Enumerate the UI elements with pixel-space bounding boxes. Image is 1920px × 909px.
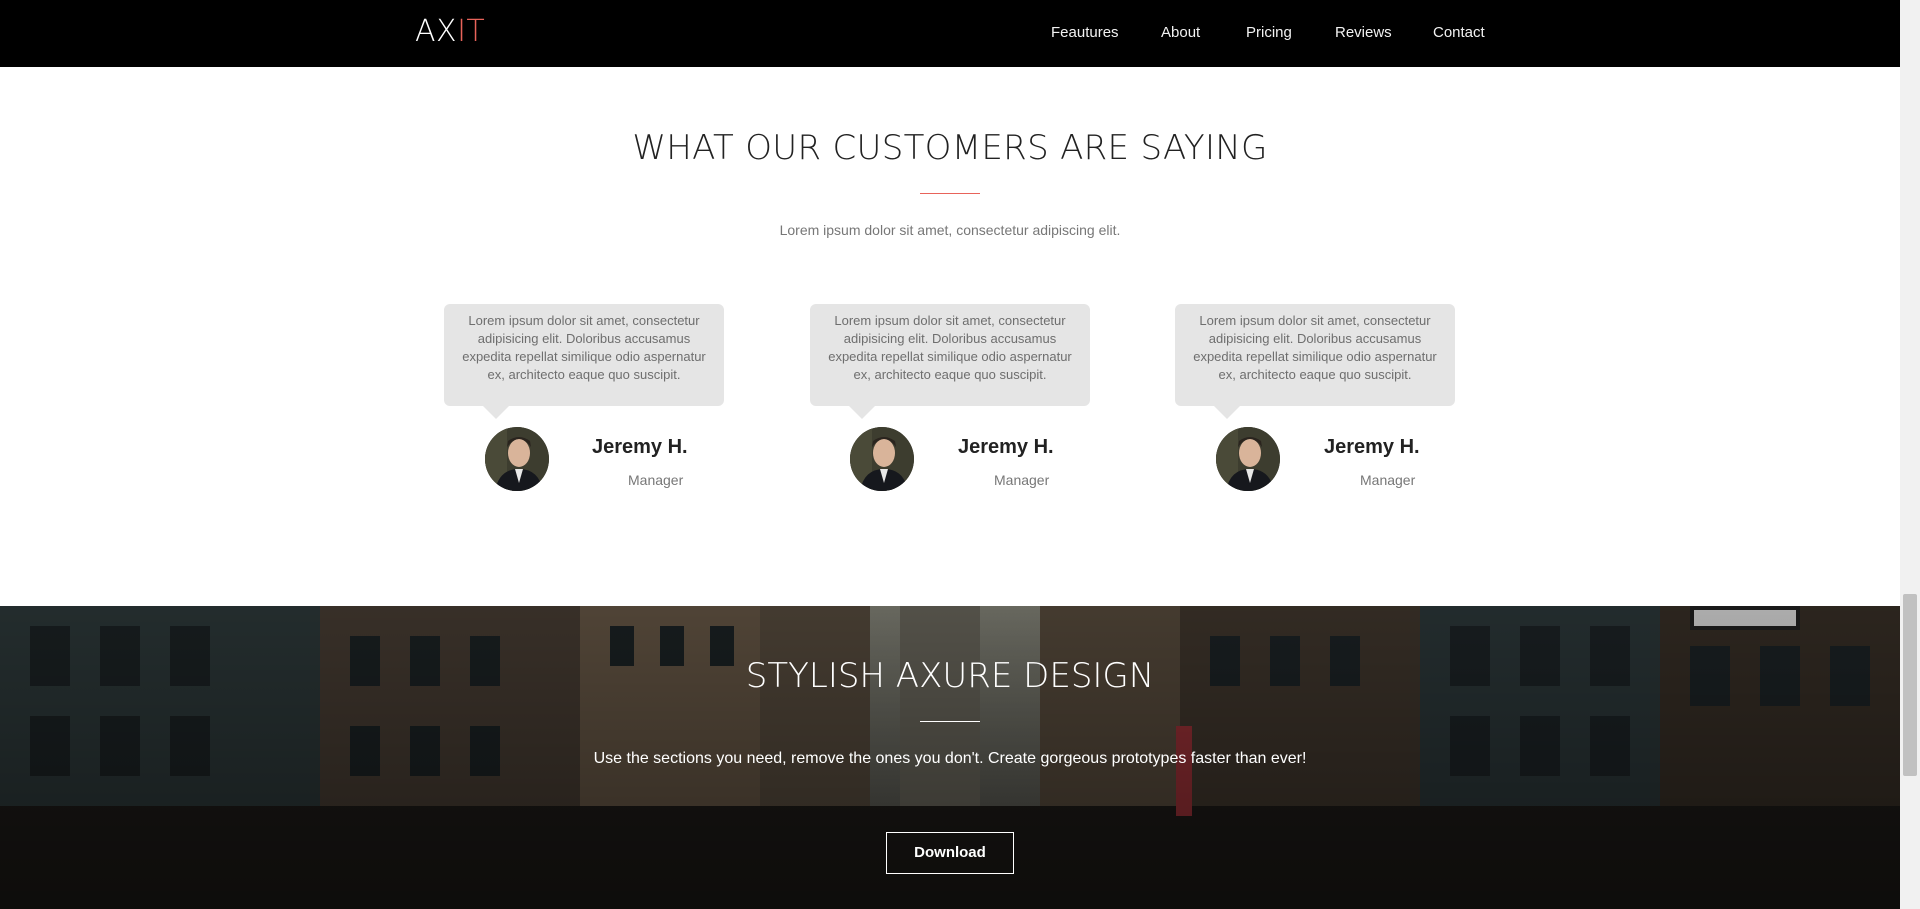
bubble-tail — [1213, 405, 1241, 419]
avatar — [485, 427, 549, 491]
person-role: Manager — [1360, 472, 1416, 488]
logo-accent-text: IT — [457, 14, 486, 49]
top-navbar: AXIT Feautures About Pricing Reviews Con… — [0, 0, 1900, 67]
avatar-portrait-image — [485, 427, 549, 491]
person-role: Manager — [628, 472, 684, 488]
section-subtitle: Lorem ipsum dolor sit amet, consectetur … — [779, 222, 1121, 238]
scrollbar-thumb[interactable] — [1903, 594, 1917, 776]
title-divider — [920, 193, 980, 194]
person-name: Jeremy H. — [958, 436, 1054, 458]
testimonial-quote: Lorem ipsum dolor sit amet, consectetur … — [1175, 304, 1455, 406]
logo[interactable]: AXIT — [415, 14, 485, 49]
cta-divider — [920, 721, 980, 722]
nav-link-reviews[interactable]: Reviews — [1335, 24, 1392, 41]
testimonial-card: Lorem ipsum dolor sit amet, consectetur … — [810, 304, 1090, 419]
person-role: Manager — [994, 472, 1050, 488]
avatar — [850, 427, 914, 491]
avatar-portrait-image — [1216, 427, 1280, 491]
avatar — [1216, 427, 1280, 491]
page-scrollbar[interactable] — [1900, 0, 1920, 909]
testimonial-card: Lorem ipsum dolor sit amet, consectetur … — [444, 304, 724, 419]
nav-link-pricing[interactable]: Pricing — [1246, 24, 1292, 41]
testimonial-card: Lorem ipsum dolor sit amet, consectetur … — [1175, 304, 1455, 419]
testimonial-quote: Lorem ipsum dolor sit amet, consectetur … — [810, 304, 1090, 406]
testimonial-quote: Lorem ipsum dolor sit amet, consectetur … — [444, 304, 724, 406]
section-title: WHAT OUR CUSTOMERS ARE SAYING — [632, 128, 1268, 168]
person-name: Jeremy H. — [592, 436, 688, 458]
nav-link-about[interactable]: About — [1161, 24, 1200, 41]
bubble-tail — [848, 405, 876, 419]
nav-link-features[interactable]: Feautures — [1051, 24, 1119, 41]
person-name: Jeremy H. — [1324, 436, 1420, 458]
download-button[interactable]: Download — [886, 832, 1014, 874]
logo-main-text: AX — [415, 14, 458, 49]
cta-section: STYLISH AXURE DESIGN Use the sections yo… — [0, 606, 1900, 909]
cta-title: STYLISH AXURE DESIGN — [745, 656, 1155, 696]
nav-link-contact[interactable]: Contact — [1433, 24, 1485, 41]
avatar-portrait-image — [850, 427, 914, 491]
cta-text: Use the sections you need, remove the on… — [593, 750, 1307, 767]
bubble-tail — [482, 405, 510, 419]
